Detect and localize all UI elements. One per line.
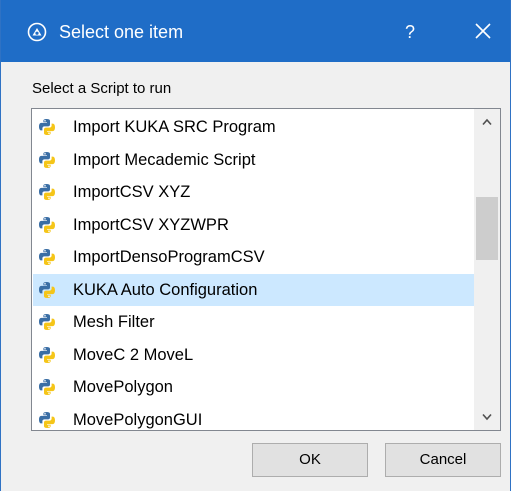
python-icon <box>38 216 56 234</box>
script-list-items: Import KUKA SRC Program Import Mecademic … <box>33 111 474 431</box>
list-item[interactable]: ImportDensoProgramCSV <box>33 241 474 274</box>
list-item[interactable]: MovePolygon <box>33 371 474 404</box>
list-item[interactable]: MovePolygonGUI <box>33 404 474 431</box>
list-item-label: Import Mecademic Script <box>73 150 256 169</box>
list-item-label: KUKA Auto Configuration <box>73 280 258 299</box>
prompt-label: Select a Script to run <box>32 80 172 97</box>
chevron-up-icon <box>482 118 492 126</box>
list-item[interactable]: ImportCSV XYZ <box>33 176 474 209</box>
ok-button[interactable]: OK <box>252 443 368 477</box>
python-icon <box>38 248 56 266</box>
list-item-label: MoveC 2 MoveL <box>73 345 194 364</box>
python-icon <box>38 183 56 201</box>
cancel-button[interactable]: Cancel <box>385 443 501 477</box>
script-list[interactable]: Import KUKA SRC Program Import Mecademic … <box>31 108 501 431</box>
list-item-label: MovePolygon <box>73 378 173 396</box>
scroll-thumb[interactable] <box>476 196 498 260</box>
python-icon <box>38 313 56 331</box>
python-icon <box>38 281 56 299</box>
list-item[interactable]: Mesh Filter <box>33 306 474 339</box>
python-icon <box>38 411 56 429</box>
list-item[interactable]: Import KUKA SRC Program <box>33 111 474 144</box>
list-item-label: Mesh Filter <box>73 313 155 331</box>
list-item-label: MovePolygonGUI <box>73 410 203 429</box>
list-item-label: ImportDensoProgramCSV <box>73 248 265 266</box>
help-button[interactable]: ? <box>387 12 433 52</box>
close-button[interactable] <box>460 12 506 52</box>
vertical-scrollbar[interactable] <box>474 109 500 430</box>
list-item[interactable]: KUKA Auto Configuration <box>33 273 474 306</box>
dialog-title: Select one item <box>59 22 184 42</box>
python-icon <box>38 118 56 136</box>
chevron-down-icon <box>482 413 492 421</box>
list-item[interactable]: Import Mecademic Script <box>33 144 474 177</box>
select-item-dialog: Select one item ? Select a Script to run… <box>0 0 511 491</box>
list-item-label: ImportCSV XYZWPR <box>73 215 229 234</box>
list-item-label: ImportCSV XYZ <box>73 183 191 201</box>
python-icon <box>38 151 56 169</box>
scroll-down-button[interactable] <box>474 404 500 430</box>
python-icon <box>38 378 56 396</box>
close-icon <box>475 23 491 39</box>
scroll-up-button[interactable] <box>474 109 500 135</box>
python-icon <box>38 346 56 364</box>
list-item[interactable]: ImportCSV XYZWPR <box>33 209 474 242</box>
list-item[interactable]: MoveC 2 MoveL <box>33 339 474 372</box>
app-logo-icon <box>27 22 47 42</box>
list-item-label: Import KUKA SRC Program <box>73 118 276 136</box>
title-bar[interactable]: Select one item ? <box>1 0 510 62</box>
